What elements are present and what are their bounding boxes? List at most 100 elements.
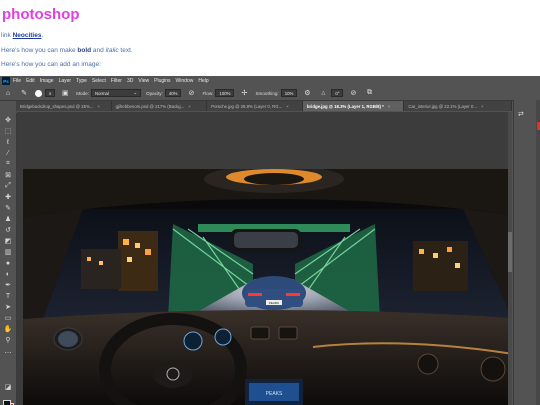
menu-file[interactable]: File <box>13 78 21 84</box>
opacity-label: Opacity: <box>146 90 163 96</box>
photoshop-logo-icon: Ps <box>2 77 10 85</box>
flow-label: Flow: <box>202 90 214 96</box>
lasso-icon[interactable]: ℓ <box>4 138 12 146</box>
pressure-opacity-icon[interactable]: ⊘ <box>187 89 195 97</box>
dodge-icon[interactable]: ◐ <box>4 270 12 278</box>
home-icon[interactable]: ⌂ <box>4 89 12 97</box>
crop-icon[interactable]: ⌗ <box>4 160 12 168</box>
close-icon[interactable]: × <box>481 104 484 109</box>
clone-stamp-icon[interactable]: ♟ <box>4 215 12 223</box>
menu-image[interactable]: Image <box>40 78 54 84</box>
format-line-prefix: Here's how you can make <box>1 47 78 54</box>
link-line-prefix: link <box>1 32 13 39</box>
pressure-size-icon[interactable]: ⊘ <box>349 89 357 97</box>
opacity-field[interactable]: 40% <box>164 89 182 97</box>
menu-type[interactable]: Type <box>76 78 87 84</box>
menu-view[interactable]: View <box>138 78 149 84</box>
path-select-icon[interactable]: ➤ <box>4 303 12 311</box>
tab-label: bridge.jpg @ 18.3% (Layer 1, RGB/8) * <box>306 103 384 109</box>
neocities-link[interactable]: Neocities <box>13 32 42 39</box>
tab-label: Porsche.jpg @ 25.8% (Layer 0, RG... <box>211 103 283 109</box>
type-icon[interactable]: T <box>4 292 12 300</box>
tab-label: Car_interior.jpg @ 22.1% (Layer 0... <box>408 103 478 109</box>
more-tools-icon[interactable]: ⋯ <box>4 349 12 357</box>
document-tab[interactable]: Car_interior.jpg @ 22.1% (Layer 0... × <box>404 101 512 111</box>
angle-field[interactable]: 0° <box>331 89 344 97</box>
history-brush-icon[interactable]: ↺ <box>4 226 12 234</box>
foreground-color-swatch[interactable] <box>3 400 11 405</box>
flow-field[interactable]: 100% <box>215 89 235 97</box>
bold-text: bold <box>77 47 92 54</box>
tab-label: gjihebbenom.psd @ 217% (Backg... <box>115 103 185 109</box>
mode-select[interactable]: Normal ⌄ <box>91 89 142 97</box>
close-icon[interactable]: × <box>286 104 289 109</box>
dashboard-display: PEAKS <box>266 391 283 397</box>
hand-icon[interactable]: ✋ <box>4 325 13 333</box>
menu-bar: Ps File Edit Image Layer Type Select Fil… <box>0 76 540 86</box>
document-tab[interactable]: Bridgebackdrop_shapes.psd @ 25%... × <box>16 101 112 111</box>
marquee-icon[interactable]: ⬚ <box>4 127 12 135</box>
page-title: photoshop <box>2 6 80 23</box>
menu-plugins[interactable]: Plugins <box>154 78 170 84</box>
gradient-icon[interactable]: ▥ <box>4 248 12 256</box>
link-line: link Neocities. <box>1 32 43 39</box>
smoothing-label: Smoothing: <box>255 90 279 96</box>
italic-text: italic <box>105 47 119 54</box>
blur-icon[interactable]: ● <box>4 259 12 267</box>
right-panel: ⇄ <box>513 100 540 405</box>
menu-edit[interactable]: Edit <box>26 78 35 84</box>
rectangle-icon[interactable]: ▭ <box>4 314 12 322</box>
format-line-middle: and <box>91 47 106 54</box>
move-icon[interactable]: ✥ <box>4 116 12 124</box>
license-plate: PEABU <box>269 301 279 305</box>
pen-icon[interactable]: ✒ <box>4 281 12 289</box>
car-interior-bridge-photo[interactable]: PEABU PEAKS <box>23 169 512 405</box>
mode-label: Mode: <box>76 90 90 96</box>
airbrush-icon[interactable]: ✢ <box>240 89 248 97</box>
symmetry-icon[interactable]: ⧉ <box>365 89 373 97</box>
document-tab-active[interactable]: bridge.jpg @ 18.3% (Layer 1, RGB/8) * × <box>302 101 405 111</box>
brush-icon[interactable]: ✎ <box>4 204 12 212</box>
format-line: Here's how you can make bold and italic … <box>1 47 133 54</box>
mode-value: Normal <box>95 90 109 96</box>
frame-icon[interactable]: ⊠ <box>4 171 12 179</box>
format-line-suffix: text. <box>118 47 133 54</box>
canvas-area[interactable]: PEABU PEAKS <box>17 112 512 405</box>
document-tab[interactable]: Porsche.jpg @ 25.8% (Layer 0, RG... × <box>207 101 303 111</box>
chevron-down-icon: ⌄ <box>133 90 138 95</box>
scrollbar-thumb[interactable] <box>508 232 512 272</box>
tools-panel: ✥ ⬚ ℓ ⁄ ⌗ ⊠ ⤢ ✚ ✎ ♟ ↺ ◩ ▥ ● ◐ ✒ T ➤ ▭ ✋ … <box>0 113 17 405</box>
link-line-suffix: . <box>41 32 44 39</box>
panel-strip <box>536 100 540 405</box>
panel-collapse-icon[interactable]: ⇄ <box>518 110 524 118</box>
default-colors-icon[interactable]: ◪ <box>4 383 12 391</box>
menu-3d[interactable]: 3D <box>127 78 133 84</box>
image-line: Here's how you can add an image: <box>1 61 101 68</box>
canvas-scrollbar[interactable] <box>508 112 512 405</box>
smoothing-field[interactable]: 10% <box>280 89 298 97</box>
eyedropper-icon[interactable]: ⤢ <box>4 182 12 190</box>
menu-help[interactable]: Help <box>198 78 208 84</box>
smoothing-options-gear-icon[interactable]: ⚙ <box>303 89 311 97</box>
document-tabs: Bridgebackdrop_shapes.psd @ 25%... × gjih… <box>16 101 512 111</box>
brush-size-field[interactable]: 5 <box>45 89 56 97</box>
zoom-icon[interactable]: ⚲ <box>4 336 12 344</box>
brush-preset-icon[interactable] <box>35 89 42 97</box>
menu-window[interactable]: Window <box>176 78 194 84</box>
menu-filter[interactable]: Filter <box>111 78 122 84</box>
menu-layer[interactable]: Layer <box>59 78 72 84</box>
document-tab[interactable]: gjihebbenom.psd @ 217% (Backg... × <box>112 101 208 111</box>
options-bar: ⌂ ✎ 5 ▣ Mode: Normal ⌄ Opacity: 40% ⊘ Flo… <box>0 86 540 101</box>
brush-settings-icon[interactable]: ▣ <box>61 89 69 97</box>
close-icon[interactable]: × <box>188 104 191 109</box>
eraser-icon[interactable]: ◩ <box>4 237 12 245</box>
angle-icon: △ <box>321 90 326 96</box>
close-icon[interactable]: × <box>97 104 100 109</box>
brush-tool-icon[interactable]: ✎ <box>20 89 28 97</box>
tab-label: Bridgebackdrop_shapes.psd @ 25%... <box>20 103 94 109</box>
photoshop-window: Ps File Edit Image Layer Type Select Fil… <box>0 76 540 405</box>
healing-brush-icon[interactable]: ✚ <box>4 193 12 201</box>
magic-wand-icon[interactable]: ⁄ <box>4 149 12 157</box>
close-icon[interactable]: × <box>388 104 391 109</box>
menu-select[interactable]: Select <box>92 78 106 84</box>
